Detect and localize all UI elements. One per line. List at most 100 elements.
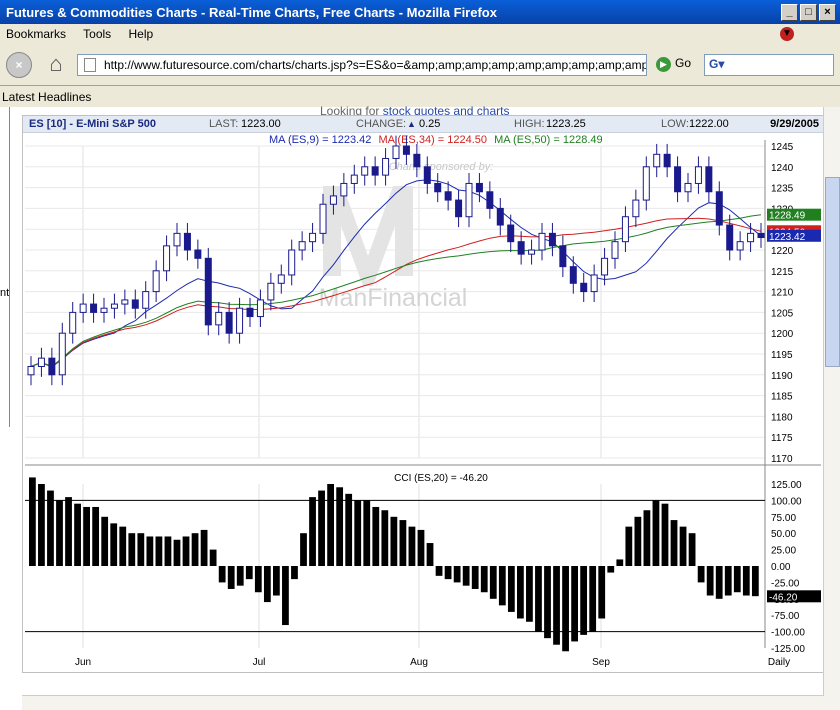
cci-tick-label: -100.00 (771, 628, 805, 639)
cci-bar (697, 566, 705, 583)
cci-bar (507, 566, 515, 612)
price-tick-label: 1245 (771, 142, 794, 153)
candle-body (340, 182, 348, 197)
cci-bar (309, 497, 316, 566)
candle-body (267, 282, 275, 301)
cci-bar (282, 566, 289, 626)
cci-bar (688, 533, 696, 566)
candle-body (131, 299, 139, 309)
cci-bar (291, 566, 298, 580)
cci-bar (634, 516, 642, 566)
cci-bar (399, 520, 407, 566)
cci-bar (56, 500, 63, 566)
candle-body (632, 199, 640, 218)
candle-body (736, 241, 744, 251)
candle-body (27, 365, 35, 376)
candle-body (163, 245, 171, 272)
candle-body (663, 153, 671, 168)
cci-bar (544, 566, 551, 639)
cci-bar (300, 533, 307, 566)
candle-body (298, 241, 306, 251)
go-label: Go (675, 56, 692, 70)
price-tag-label: 1223.42 (769, 232, 806, 243)
cci-bar (553, 566, 560, 645)
price-tick-label: 1170 (771, 454, 793, 465)
cci-bar (733, 566, 741, 593)
cci-bar (562, 566, 569, 652)
price-tick-label: 1190 (771, 371, 793, 382)
candle-body (69, 311, 77, 334)
cci-bar (535, 566, 542, 632)
candle-body (194, 249, 202, 259)
url-field[interactable]: http://www.futuresource.com/charts/chart… (77, 54, 647, 76)
url-text: http://www.futuresource.com/charts/chart… (104, 58, 647, 72)
latest-headlines-link[interactable]: Latest Headlines (2, 90, 91, 104)
x-axis-label: Jul (253, 657, 266, 668)
cci-bar (273, 566, 280, 596)
candle-body (580, 282, 588, 293)
cci-bar (571, 566, 578, 642)
candle-body (601, 257, 609, 276)
throbber-icon: ▼ (780, 27, 794, 41)
cci-tick-label: -125.00 (771, 644, 805, 655)
search-engine-icon: G▾ (709, 57, 725, 71)
x-axis-label: Jun (75, 657, 91, 668)
close-button[interactable]: × (819, 4, 836, 21)
cci-bar (345, 493, 353, 566)
cci-tick-label: -25.00 (771, 578, 800, 589)
cci-bar (354, 500, 362, 566)
cci-bar (29, 477, 36, 566)
cci-bar (263, 566, 271, 603)
cci-bar (435, 566, 443, 576)
cci-bar (580, 566, 588, 635)
stop-button[interactable]: × (6, 52, 32, 78)
menu-bookmarks[interactable]: Bookmarks (6, 27, 66, 41)
candle-body (548, 232, 556, 247)
cci-bar (74, 503, 81, 566)
cci-bar (498, 566, 506, 606)
cci-bar (625, 526, 633, 566)
candle-body (747, 232, 755, 243)
cci-bar (679, 526, 687, 566)
price-tick-label: 1180 (771, 412, 793, 423)
candle-body (465, 182, 473, 218)
candle-body (538, 232, 546, 251)
price-tick-label: 1185 (771, 392, 793, 403)
cci-bar (164, 536, 172, 566)
candle-body (621, 216, 629, 243)
vertical-scrollbar[interactable] (823, 107, 840, 710)
cci-bar (444, 566, 452, 580)
candle-body (152, 270, 160, 293)
page-icon (84, 58, 96, 72)
price-tag-label: 1228.49 (769, 211, 806, 222)
candle-body (684, 182, 692, 193)
cci-bar (715, 566, 723, 599)
maximize-button[interactable]: □ (800, 4, 817, 21)
candle-body (361, 166, 369, 176)
candle-body (517, 241, 525, 255)
home-button[interactable]: ⌂ (42, 52, 70, 78)
candle-body (58, 332, 66, 376)
horizontal-scrollbar[interactable] (22, 695, 824, 710)
menu-help[interactable]: Help (129, 27, 154, 41)
price-chart[interactable]: 1245124012351230122512201215121012051200… (23, 116, 823, 674)
cci-bar (589, 566, 597, 632)
cci-tick-label: 25.00 (771, 546, 796, 557)
candle-body (90, 303, 98, 313)
left-frame-text: nt (0, 287, 10, 299)
minimize-button[interactable]: _ (781, 4, 798, 21)
go-button[interactable]: ▶ Go (656, 56, 691, 72)
candle-body (309, 232, 317, 243)
cci-tick-label: 0.00 (771, 562, 791, 573)
candle-body (653, 153, 661, 168)
x-axis-label: Aug (410, 657, 428, 668)
cci-bar (661, 503, 669, 566)
price-tick-label: 1175 (771, 433, 793, 444)
candle-body (392, 145, 400, 159)
search-field[interactable]: G▾ (704, 54, 834, 76)
scrollbar-thumb[interactable] (825, 177, 840, 367)
menu-bar: Bookmarks Tools Help ▼ (0, 24, 840, 44)
candle-body (705, 166, 713, 193)
menu-tools[interactable]: Tools (83, 27, 111, 41)
cci-label: CCI (ES,20) = -46.20 (394, 473, 488, 484)
